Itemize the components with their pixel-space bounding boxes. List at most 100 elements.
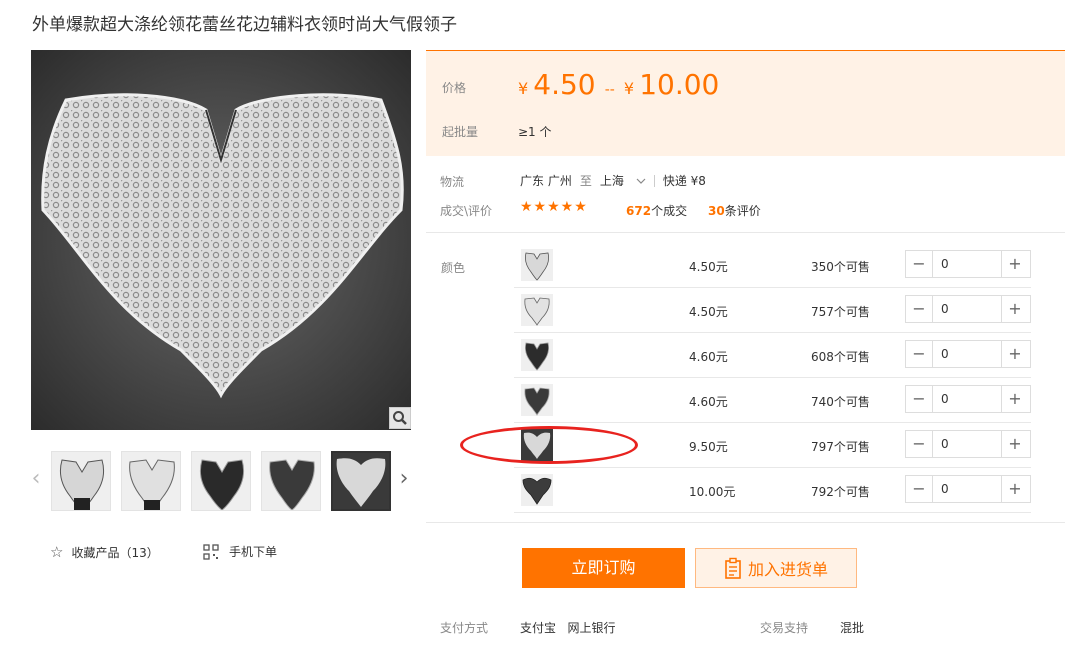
trade-support-label: 交易支持: [760, 621, 809, 635]
currency-symbol: ¥: [623, 79, 635, 98]
price-max: 10.00: [639, 68, 720, 101]
logistics-label: 物流: [440, 175, 465, 189]
thumbnail[interactable]: [261, 451, 321, 511]
sku-row: 4.60元 740个可售 − +: [514, 378, 1031, 423]
quantity-input[interactable]: [932, 251, 1002, 277]
sku-stock: 792个可售: [811, 485, 870, 499]
quantity-input[interactable]: [932, 296, 1002, 322]
sku-price: 9.50元: [689, 440, 728, 454]
quantity-stepper: − +: [905, 295, 1031, 323]
sku-thumbnail[interactable]: [521, 384, 553, 416]
plus-icon[interactable]: +: [1002, 296, 1028, 322]
sku-thumbnail[interactable]: [521, 249, 553, 281]
minus-icon[interactable]: −: [906, 251, 932, 277]
sku-stock: 740个可售: [811, 395, 870, 409]
price-min: 4.50: [533, 68, 596, 101]
mobile-order[interactable]: 手机下单: [203, 543, 277, 560]
magnifier-icon: [393, 411, 407, 425]
qr-code-icon: [203, 543, 219, 560]
quantity-stepper: − +: [905, 385, 1031, 413]
sku-row: 4.50元 350个可售 − +: [514, 243, 1031, 288]
thumbnail-active[interactable]: [331, 451, 391, 511]
review-count-number: 30: [708, 204, 725, 218]
main-product-image[interactable]: [31, 50, 411, 430]
trade-support-value: 混批: [840, 621, 865, 635]
sku-price: 4.50元: [689, 260, 728, 274]
price-panel: 价格 ¥ 4.50 -- ¥ 10.00 起批量 ≥1 个: [426, 50, 1065, 156]
annotation-circle: [460, 426, 638, 464]
plus-icon[interactable]: +: [1002, 251, 1028, 277]
shipping-fee: 快递 ¥8: [662, 174, 706, 188]
sku-stock: 608个可售: [811, 350, 870, 364]
destination-value: 上海: [599, 174, 624, 188]
sku-price: 4.60元: [689, 395, 728, 409]
sku-row: 4.50元 757个可售 − +: [514, 288, 1031, 333]
minus-icon[interactable]: −: [906, 431, 932, 457]
sku-price: 4.50元: [689, 305, 728, 319]
minus-icon[interactable]: −: [906, 341, 932, 367]
thumbnail[interactable]: [51, 451, 111, 511]
sku-thumbnail[interactable]: [521, 294, 553, 326]
price-separator: --: [604, 82, 615, 98]
color-label: 颜色: [441, 261, 466, 275]
review-count[interactable]: 30条评价: [708, 202, 761, 219]
sku-stock: 797个可售: [811, 440, 870, 454]
plus-icon[interactable]: +: [1002, 476, 1028, 502]
add-to-cart-label: 加入进货单: [747, 560, 828, 579]
quantity-stepper: − +: [905, 340, 1031, 368]
rating-stars-icon: ★★★★★: [520, 199, 588, 215]
sku-thumbnail[interactable]: [521, 474, 553, 506]
quantity-input[interactable]: [932, 476, 1002, 502]
deal-count[interactable]: 672个成交: [626, 202, 687, 219]
price-label: 价格: [442, 81, 467, 95]
divider: [426, 522, 1065, 523]
sku-row: 4.60元 608个可售 − +: [514, 333, 1031, 378]
quantity-input[interactable]: [932, 386, 1002, 412]
buy-now-button[interactable]: 立即订购: [522, 548, 685, 588]
deal-count-number: 672: [626, 204, 652, 218]
moq-value: ≥1 个: [518, 125, 552, 139]
payment-methods: 支付宝 网上银行: [520, 621, 616, 635]
favorite-product[interactable]: ☆ 收藏产品（13）: [50, 543, 159, 561]
sku-price: 4.60元: [689, 350, 728, 364]
ship-from: 广东 广州: [520, 174, 572, 188]
thumbnail-strip: [51, 451, 391, 511]
sku-stock: 757个可售: [811, 305, 870, 319]
quantity-stepper: − +: [905, 475, 1031, 503]
sku-price: 10.00元: [689, 485, 736, 499]
quantity-stepper: − +: [905, 250, 1031, 278]
quantity-input[interactable]: [932, 341, 1002, 367]
sku-stock: 350个可售: [811, 260, 870, 274]
thumbnail[interactable]: [121, 451, 181, 511]
sku-thumbnail[interactable]: [521, 339, 553, 371]
plus-icon[interactable]: +: [1002, 341, 1028, 367]
favorite-label: 收藏产品（13）: [71, 545, 159, 560]
product-title: 外单爆款超大涤纶领花蕾丝花边辅料衣领时尚大气假领子: [32, 15, 457, 35]
plus-icon[interactable]: +: [1002, 386, 1028, 412]
divider: [426, 232, 1065, 233]
logistics-info: 广东 广州 至 上海 快递 ¥8: [520, 172, 706, 189]
add-to-cart-button[interactable]: 加入进货单: [695, 548, 857, 588]
reviews-label: 成交\评价: [440, 204, 493, 218]
sku-row: 10.00元 792个可售 − +: [514, 468, 1031, 513]
zoom-button[interactable]: [389, 407, 411, 429]
deal-count-suffix: 个成交: [651, 204, 688, 218]
currency-symbol: ¥: [518, 79, 529, 98]
minus-icon[interactable]: −: [906, 386, 932, 412]
plus-icon[interactable]: +: [1002, 431, 1028, 457]
divider: [653, 174, 655, 187]
minus-icon[interactable]: −: [906, 476, 932, 502]
mobile-order-label: 手机下单: [229, 545, 278, 559]
quantity-stepper: − +: [905, 430, 1031, 458]
thumb-next-arrow-icon[interactable]: ›: [397, 466, 411, 494]
thumb-prev-arrow-icon[interactable]: ‹: [29, 466, 43, 494]
thumbnail[interactable]: [191, 451, 251, 511]
review-count-suffix: 条评价: [724, 204, 761, 218]
destination-select[interactable]: 上海: [600, 172, 646, 189]
quantity-input[interactable]: [932, 431, 1002, 457]
star-outline-icon: ☆: [50, 543, 64, 561]
minus-icon[interactable]: −: [906, 296, 932, 322]
price-range: ¥ 4.50 -- ¥ 10.00: [518, 68, 719, 101]
clipboard-icon: [725, 557, 741, 579]
chevron-down-icon: [636, 178, 646, 184]
